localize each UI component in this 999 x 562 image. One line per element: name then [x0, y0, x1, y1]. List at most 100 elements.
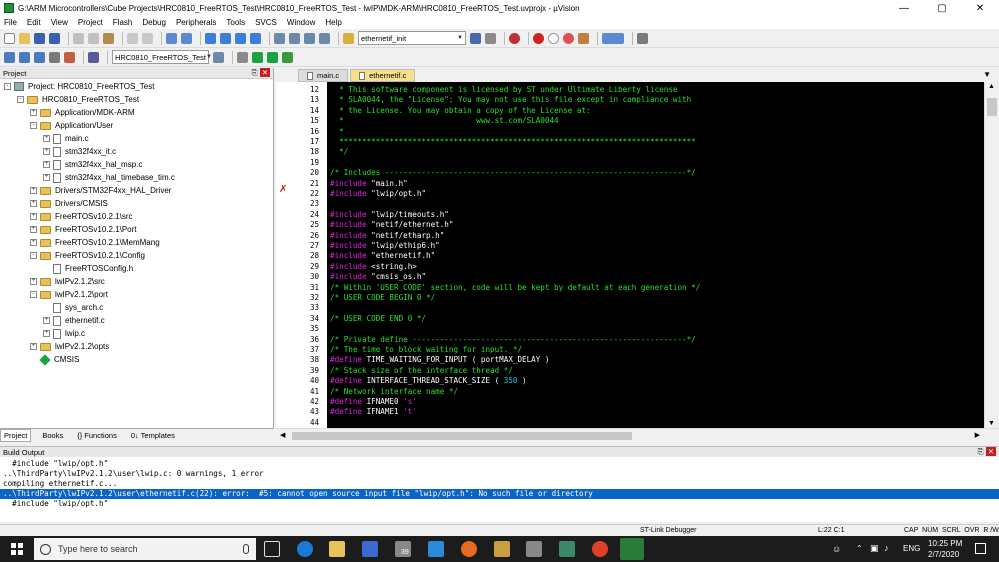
unindent-icon[interactable]: [289, 32, 300, 44]
windows-start-icon[interactable]: [11, 543, 23, 555]
prev-bookmark-icon[interactable]: [220, 32, 231, 44]
expand-icon[interactable]: +: [30, 200, 37, 207]
configure-icon[interactable]: [578, 32, 589, 44]
code-editor[interactable]: * This software component is licensed by…: [327, 82, 984, 428]
language-indicator[interactable]: ENG: [903, 544, 920, 553]
tree-item[interactable]: - Project: HRC0810_FreeRTOS_Test: [4, 80, 154, 93]
tree-item[interactable]: + lwIPv2.1.2\src: [30, 275, 105, 288]
app-icon[interactable]: [526, 541, 542, 557]
wrench-icon[interactable]: [637, 32, 648, 44]
next-bookmark-icon[interactable]: [235, 32, 246, 44]
pin-icon[interactable]: ⎘: [252, 68, 258, 77]
tree-item[interactable]: - FreeRTOSv10.2.1\Config: [30, 249, 145, 262]
tree-item[interactable]: + stm32f4xx_hal_msp.c: [43, 158, 142, 171]
tree-item[interactable]: + stm32f4xx_hal_timebase_tim.c: [43, 171, 175, 184]
menu-view[interactable]: View: [51, 18, 68, 27]
tab-list-chevron-icon[interactable]: ▼: [983, 70, 991, 79]
tree-item[interactable]: + lwIPv2.1.2\opts: [30, 340, 109, 353]
bookmark-icon[interactable]: [205, 32, 216, 44]
expand-icon[interactable]: +: [30, 226, 37, 233]
tree-item[interactable]: + Drivers/CMSIS: [30, 197, 108, 210]
microphone-icon[interactable]: [243, 544, 249, 554]
tree-item[interactable]: + FreeRTOSv10.2.1\src: [30, 210, 133, 223]
store-icon[interactable]: [362, 541, 378, 557]
stop-build-icon[interactable]: [64, 51, 75, 63]
paste-icon[interactable]: [103, 32, 114, 44]
comment-icon[interactable]: [304, 32, 315, 44]
collapse-icon[interactable]: -: [17, 96, 24, 103]
tree-item[interactable]: CMSIS: [30, 353, 79, 366]
expand-icon[interactable]: +: [43, 317, 50, 324]
scroll-left-icon[interactable]: ◀: [280, 431, 285, 439]
target-combo[interactable]: HRC0810_FreeRTOS_Test ▼: [112, 50, 212, 64]
scroll-down-icon[interactable]: ▼: [988, 420, 995, 427]
network-icon[interactable]: ▣: [870, 543, 879, 554]
scroll-up-icon[interactable]: ▲: [988, 83, 995, 90]
menu-help[interactable]: Help: [325, 18, 341, 27]
collapse-icon[interactable]: -: [30, 122, 37, 129]
menu-debug[interactable]: Debug: [142, 18, 166, 27]
notifications-icon[interactable]: [975, 543, 986, 554]
scroll-right-icon[interactable]: ▶: [975, 431, 980, 439]
tree-item[interactable]: + ethernetif.c: [43, 314, 105, 327]
expand-icon[interactable]: +: [43, 174, 50, 181]
file-extensions-icon[interactable]: [237, 51, 248, 63]
nav-back-icon[interactable]: [166, 32, 177, 44]
new-file-icon[interactable]: [4, 32, 15, 44]
collapse-icon[interactable]: -: [4, 83, 11, 90]
tray-chevron-icon[interactable]: ⌃: [856, 544, 863, 553]
app-icon[interactable]: [428, 541, 444, 557]
expand-icon[interactable]: +: [30, 213, 37, 220]
expand-icon[interactable]: +: [30, 278, 37, 285]
cube-mx-icon[interactable]: [494, 541, 510, 557]
hscroll-thumb[interactable]: [292, 432, 632, 440]
tree-item[interactable]: + FreeRTOSv10.2.1\Port: [30, 223, 137, 236]
manage-rte-icon[interactable]: [252, 51, 263, 63]
build-error-line[interactable]: ..\ThirdParty\lwIPv2.1.2\user\ethernetif…: [0, 489, 999, 499]
edge-browser-icon[interactable]: [297, 541, 313, 557]
find-icon[interactable]: [470, 32, 481, 44]
tree-item[interactable]: + FreeRTOSv10.2.1\MemMang: [30, 236, 160, 249]
find-in-files-icon[interactable]: [343, 32, 354, 44]
batch-build-icon[interactable]: [49, 51, 60, 63]
build-output-line[interactable]: compiling ethernetif.c...: [3, 479, 117, 489]
clock-time[interactable]: 10:25 PM: [928, 539, 962, 548]
editor-horizontal-scrollbar[interactable]: ◀ ▶: [276, 428, 999, 442]
translate-icon[interactable]: [4, 51, 15, 63]
tree-item[interactable]: + Application/MDK-ARM: [30, 106, 135, 119]
uncomment-icon[interactable]: [319, 32, 330, 44]
tree-item[interactable]: + Drivers/STM32F4xx_HAL_Driver: [30, 184, 171, 197]
minimize-button[interactable]: —: [885, 0, 923, 16]
firefox-icon[interactable]: [461, 541, 477, 557]
tree-item[interactable]: - lwIPv2.1.2\port: [30, 288, 108, 301]
close-button[interactable]: ✕: [961, 0, 999, 16]
build-output-line[interactable]: #include "lwip/opt.h": [3, 459, 108, 469]
undo-icon[interactable]: [127, 32, 138, 44]
redo-icon[interactable]: [142, 32, 153, 44]
monitor-app-icon[interactable]: [559, 541, 575, 557]
menu-window[interactable]: Window: [287, 18, 315, 27]
download-icon[interactable]: [88, 51, 99, 63]
panel-close-icon[interactable]: ✕: [259, 68, 270, 77]
tree-item[interactable]: + main.c: [43, 132, 89, 145]
taskbar-search-box[interactable]: Type here to search: [34, 538, 256, 560]
copy-icon[interactable]: [88, 32, 99, 44]
disable-breakpoint-icon[interactable]: [548, 32, 559, 44]
build-output-panel[interactable]: #include "lwip/opt.h" ..\ThirdParty\lwIPv…: [0, 457, 999, 522]
indent-icon[interactable]: [274, 32, 285, 44]
build-output-line[interactable]: ..\ThirdParty\lwIPv2.1.2\user\lwip.c: 0 …: [3, 469, 264, 479]
save-all-icon[interactable]: [49, 32, 60, 44]
menu-project[interactable]: Project: [78, 18, 103, 27]
expand-icon[interactable]: +: [43, 330, 50, 337]
editor-vertical-scrollbar[interactable]: ▲ ▼: [984, 82, 999, 428]
expand-icon[interactable]: +: [43, 161, 50, 168]
menu-file[interactable]: File: [4, 18, 17, 27]
tree-item[interactable]: - HRC0810_FreeRTOS_Test: [17, 93, 139, 106]
tab-main-c[interactable]: main.c: [298, 69, 349, 82]
collapse-icon[interactable]: -: [30, 252, 37, 259]
tab-books[interactable]: Books: [39, 430, 66, 441]
tree-item[interactable]: - Application/User: [30, 119, 113, 132]
clock-date[interactable]: 2/7/2020: [928, 550, 959, 559]
tab-project[interactable]: Project: [0, 429, 32, 442]
build-icon[interactable]: [19, 51, 30, 63]
